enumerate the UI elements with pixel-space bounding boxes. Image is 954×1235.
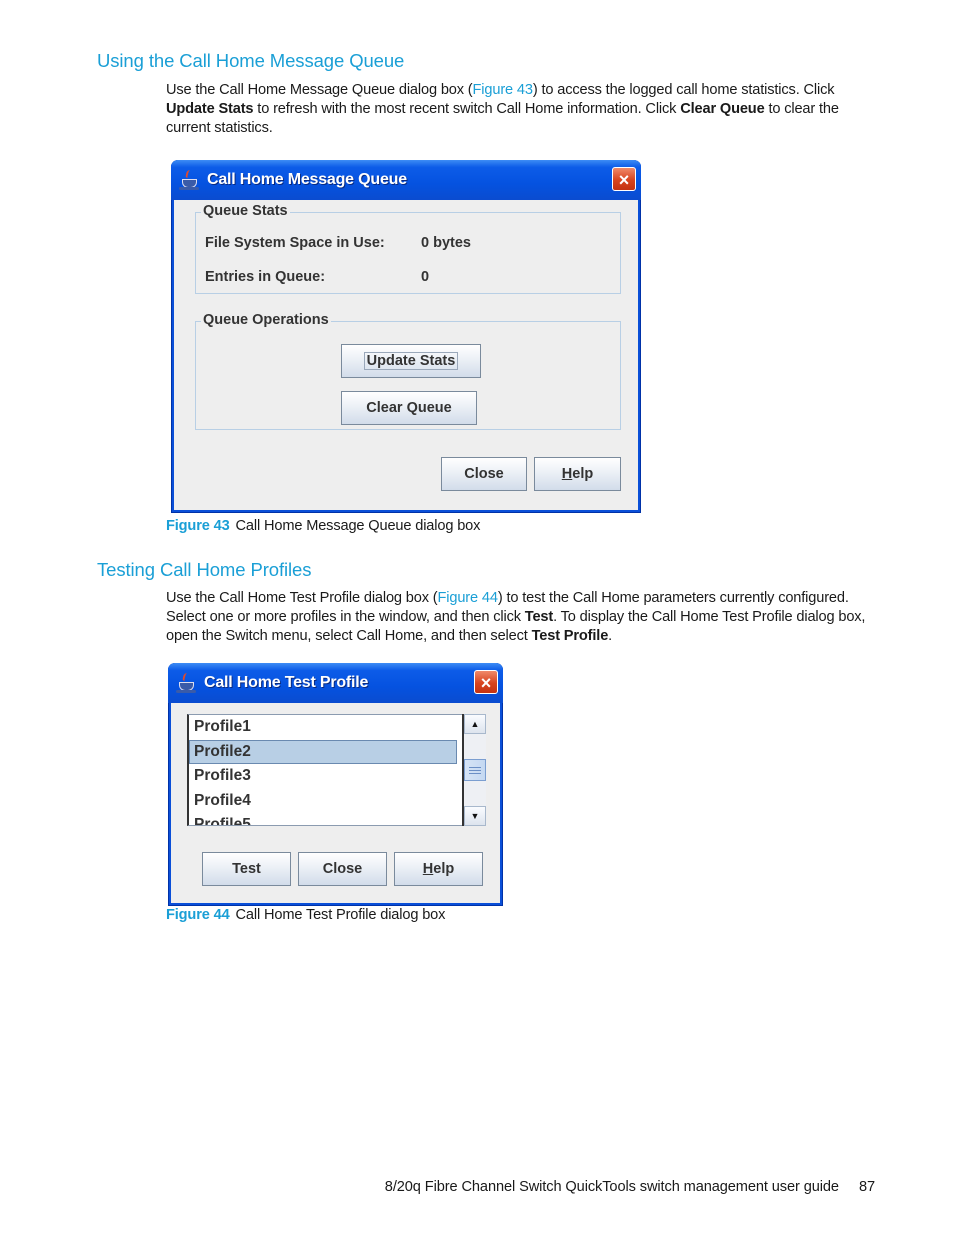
page-footer: 8/20q Fibre Channel Switch QuickTools sw… bbox=[385, 1179, 875, 1195]
entries-in-queue-label: Entries in Queue: bbox=[205, 269, 326, 285]
update-stats-label: Update Stats bbox=[363, 352, 459, 370]
bold-term: Clear Queue bbox=[680, 101, 765, 117]
close-icon[interactable]: × bbox=[474, 670, 498, 694]
section-heading-test-profiles: Testing Call Home Profiles bbox=[97, 559, 312, 580]
text-run: ) to access the logged call home statist… bbox=[532, 82, 835, 98]
help-label-rest: elp bbox=[572, 466, 594, 482]
figure-43-text: Call Home Message Queue dialog box bbox=[235, 518, 481, 534]
profile-list-item[interactable]: Profile1 bbox=[189, 715, 457, 740]
section1-paragraph: Use the Call Home Message Queue dialog b… bbox=[166, 81, 878, 138]
dialog-body: Queue Stats File System Space in Use: 0 … bbox=[174, 200, 638, 510]
text-run: . bbox=[608, 628, 613, 644]
bold-term: Test Profile bbox=[531, 628, 609, 644]
profile-list-item[interactable]: Profile3 bbox=[189, 764, 457, 789]
clear-queue-button[interactable]: Clear Queue bbox=[341, 391, 477, 425]
java-icon bbox=[176, 672, 198, 694]
help-button[interactable]: Help bbox=[534, 457, 621, 491]
dialog-body: Profile1 Profile2 Profile3 Profile4 Profile5… bbox=[171, 703, 500, 903]
text-run: Use the Call Home Message Queue dialog b… bbox=[166, 82, 473, 98]
close-button[interactable]: Close bbox=[298, 852, 387, 886]
profile-list-item[interactable]: Profile4 bbox=[189, 789, 457, 814]
dialog-titlebar[interactable]: Call Home Test Profile × bbox=[168, 663, 503, 703]
entries-in-queue-value: 0 bbox=[421, 269, 430, 285]
help-mnemonic: H bbox=[561, 466, 573, 482]
figure-43-label: Figure 43 bbox=[166, 518, 230, 534]
close-button[interactable]: Close bbox=[441, 457, 527, 491]
dialog-title: Call Home Message Queue bbox=[207, 171, 407, 188]
help-label-rest: elp bbox=[433, 861, 455, 877]
java-icon bbox=[179, 169, 201, 191]
profile-list[interactable]: Profile1 Profile2 Profile3 Profile4 Profile5 bbox=[187, 714, 464, 826]
file-system-space-label: File System Space in Use: bbox=[205, 235, 385, 251]
figure-43-caption: Figure 43 Call Home Message Queue dialog … bbox=[166, 518, 480, 534]
section2-paragraph: Use the Call Home Test Profile dialog bo… bbox=[166, 589, 878, 646]
figure-44-text: Call Home Test Profile dialog box bbox=[235, 907, 446, 923]
figure-link[interactable]: Figure 44 bbox=[438, 590, 498, 606]
figure-44-label: Figure 44 bbox=[166, 907, 230, 923]
queue-stats-legend: Queue Stats bbox=[201, 203, 290, 219]
scroll-thumb[interactable] bbox=[464, 759, 486, 781]
bold-term: Update Stats bbox=[166, 101, 254, 117]
text-run: to refresh with the most recent switch C… bbox=[253, 101, 681, 117]
help-button[interactable]: Help bbox=[394, 852, 483, 886]
update-stats-button[interactable]: Update Stats bbox=[341, 344, 481, 378]
figure-link[interactable]: Figure 43 bbox=[473, 82, 533, 98]
queue-operations-group: Queue Operations Update Stats Clear Queu… bbox=[195, 312, 621, 430]
scroll-up-button[interactable]: ▲ bbox=[464, 714, 486, 734]
queue-stats-group: Queue Stats File System Space in Use: 0 … bbox=[195, 203, 621, 294]
scroll-up-icon: ▲ bbox=[470, 719, 480, 729]
file-system-space-value: 0 bytes bbox=[421, 235, 471, 251]
bold-term: Test bbox=[524, 609, 554, 625]
text-run: Use the Call Home Test Profile dialog bo… bbox=[166, 590, 438, 606]
dialog-title: Call Home Test Profile bbox=[204, 674, 369, 691]
page-number: 87 bbox=[858, 1179, 875, 1195]
profile-list-item[interactable]: Profile5 bbox=[189, 813, 457, 825]
call-home-test-profile-dialog: Call Home Test Profile × Profile1 Profile… bbox=[168, 663, 503, 906]
profile-list-scrollbar[interactable]: ▲ ▼ bbox=[462, 714, 486, 826]
queue-operations-legend: Queue Operations bbox=[201, 312, 331, 328]
call-home-message-queue-dialog: Call Home Message Queue × Queue Stats Fi… bbox=[171, 160, 641, 513]
test-button[interactable]: Test bbox=[202, 852, 291, 886]
footer-title: 8/20q Fibre Channel Switch QuickTools sw… bbox=[384, 1179, 839, 1195]
scroll-down-button[interactable]: ▼ bbox=[464, 806, 486, 826]
profile-list-item[interactable]: Profile2 bbox=[189, 739, 457, 764]
scroll-down-icon: ▼ bbox=[470, 811, 480, 821]
dialog-titlebar[interactable]: Call Home Message Queue × bbox=[171, 160, 641, 200]
figure-44-caption: Figure 44 Call Home Test Profile dialog b… bbox=[166, 907, 445, 923]
close-icon[interactable]: × bbox=[612, 167, 636, 191]
help-mnemonic: H bbox=[422, 861, 434, 877]
section-heading-message-queue: Using the Call Home Message Queue bbox=[97, 50, 405, 71]
